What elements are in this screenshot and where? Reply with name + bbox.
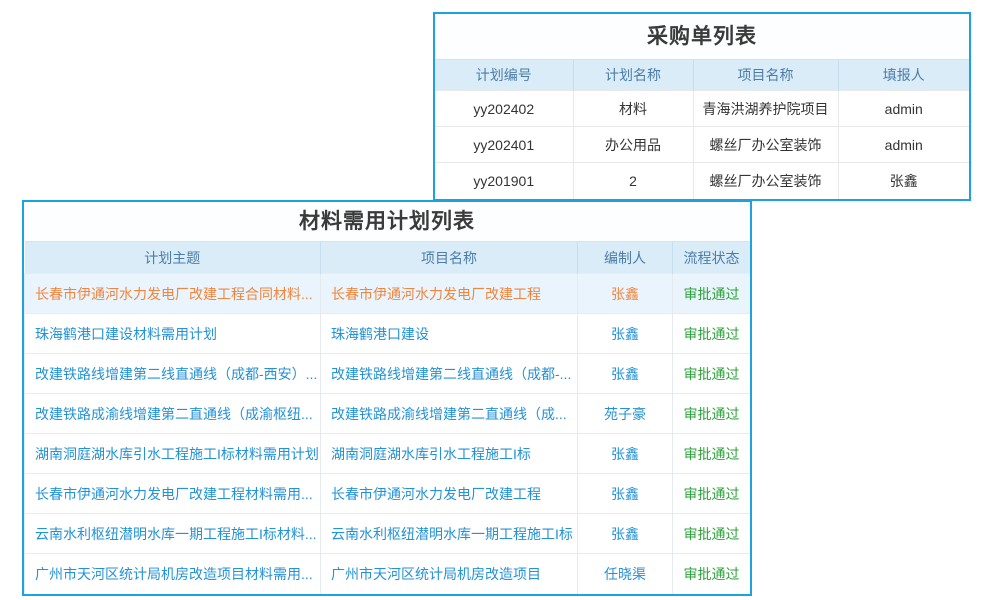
table-row[interactable]: 长春市伊通河水力发电厂改建工程合同材料... 长春市伊通河水力发电厂改建工程 张… xyxy=(25,274,751,314)
table-row[interactable]: yy201901 2 螺丝厂办公室装饰 张鑫 xyxy=(435,163,969,199)
project-name-link[interactable]: 珠海鹤港口建设 xyxy=(321,314,578,354)
compiler-cell: 张鑫 xyxy=(578,314,673,354)
column-header-plan-no: 计划编号 xyxy=(435,60,573,91)
plan-subject-link[interactable]: 广州市天河区统计局机房改造项目材料需用... xyxy=(25,554,321,594)
project-name-link[interactable]: 改建铁路成渝线增建第二直通线（成... xyxy=(321,394,578,434)
project-name-cell: 螺丝厂办公室装饰 xyxy=(693,163,838,199)
compiler-cell: 张鑫 xyxy=(578,274,673,314)
project-name-link[interactable]: 长春市伊通河水力发电厂改建工程 xyxy=(321,274,578,314)
column-header-reporter: 填报人 xyxy=(838,60,969,91)
compiler-cell: 张鑫 xyxy=(578,514,673,554)
column-header-project-name: 项目名称 xyxy=(321,242,578,274)
material-table: 计划主题 项目名称 编制人 流程状态 长春市伊通河水力发电厂改建工程合同材料..… xyxy=(24,241,750,594)
plan-subject-link[interactable]: 改建铁路成渝线增建第二直通线（成渝枢纽... xyxy=(25,394,321,434)
plan-subject-link[interactable]: 湖南洞庭湖水库引水工程施工I标材料需用计划 xyxy=(25,434,321,474)
status-badge: 审批通过 xyxy=(673,434,751,474)
project-name-link[interactable]: 湖南洞庭湖水库引水工程施工I标 xyxy=(321,434,578,474)
table-row[interactable]: 云南水利枢纽潜明水库一期工程施工I标材料... 云南水利枢纽潜明水库一期工程施工… xyxy=(25,514,751,554)
table-row[interactable]: 长春市伊通河水力发电厂改建工程材料需用... 长春市伊通河水力发电厂改建工程 张… xyxy=(25,474,751,514)
plan-subject-link[interactable]: 长春市伊通河水力发电厂改建工程材料需用... xyxy=(25,474,321,514)
table-row[interactable]: 广州市天河区统计局机房改造项目材料需用... 广州市天河区统计局机房改造项目 任… xyxy=(25,554,751,594)
compiler-cell: 任晓渠 xyxy=(578,554,673,594)
project-name-link[interactable]: 改建铁路线增建第二线直通线（成都-... xyxy=(321,354,578,394)
compiler-cell: 张鑫 xyxy=(578,434,673,474)
material-plan-list-panel: 材料需用计划列表 计划主题 项目名称 编制人 流程状态 长春市伊通河水力发电厂改… xyxy=(22,200,752,596)
plan-subject-link[interactable]: 改建铁路线增建第二线直通线（成都-西安）... xyxy=(25,354,321,394)
material-header-row: 计划主题 项目名称 编制人 流程状态 xyxy=(25,242,751,274)
column-header-plan-name: 计划名称 xyxy=(573,60,693,91)
status-badge: 审批通过 xyxy=(673,554,751,594)
purchase-header-row: 计划编号 计划名称 项目名称 填报人 xyxy=(435,60,969,91)
table-row[interactable]: 改建铁路成渝线增建第二直通线（成渝枢纽... 改建铁路成渝线增建第二直通线（成.… xyxy=(25,394,751,434)
table-row[interactable]: 珠海鹤港口建设材料需用计划 珠海鹤港口建设 张鑫 审批通过 xyxy=(25,314,751,354)
project-name-link[interactable]: 云南水利枢纽潜明水库一期工程施工I标 xyxy=(321,514,578,554)
compiler-cell: 苑子豪 xyxy=(578,394,673,434)
plan-subject-link[interactable]: 珠海鹤港口建设材料需用计划 xyxy=(25,314,321,354)
table-row[interactable]: 湖南洞庭湖水库引水工程施工I标材料需用计划 湖南洞庭湖水库引水工程施工I标 张鑫… xyxy=(25,434,751,474)
table-row[interactable]: 改建铁路线增建第二线直通线（成都-西安）... 改建铁路线增建第二线直通线（成都… xyxy=(25,354,751,394)
purchase-table: 计划编号 计划名称 项目名称 填报人 yy202402 材料 青海洪湖养护院项目… xyxy=(435,59,969,199)
column-header-plan-subject: 计划主题 xyxy=(25,242,321,274)
status-badge: 审批通过 xyxy=(673,394,751,434)
status-badge: 审批通过 xyxy=(673,354,751,394)
plan-name-cell: 材料 xyxy=(573,91,693,127)
compiler-cell: 张鑫 xyxy=(578,354,673,394)
status-badge: 审批通过 xyxy=(673,314,751,354)
project-name-cell: 青海洪湖养护院项目 xyxy=(693,91,838,127)
table-row[interactable]: yy202402 材料 青海洪湖养护院项目 admin xyxy=(435,91,969,127)
plan-name-cell: 办公用品 xyxy=(573,127,693,163)
plan-no-cell: yy202401 xyxy=(435,127,573,163)
table-row[interactable]: yy202401 办公用品 螺丝厂办公室装饰 admin xyxy=(435,127,969,163)
material-panel-title: 材料需用计划列表 xyxy=(24,202,750,241)
status-badge: 审批通过 xyxy=(673,474,751,514)
project-name-link[interactable]: 广州市天河区统计局机房改造项目 xyxy=(321,554,578,594)
status-badge: 审批通过 xyxy=(673,274,751,314)
status-badge: 审批通过 xyxy=(673,514,751,554)
project-name-cell: 螺丝厂办公室装饰 xyxy=(693,127,838,163)
plan-subject-link[interactable]: 长春市伊通河水力发电厂改建工程合同材料... xyxy=(25,274,321,314)
purchase-list-panel: 采购单列表 计划编号 计划名称 项目名称 填报人 yy202402 材料 青海洪… xyxy=(433,12,971,201)
project-name-link[interactable]: 长春市伊通河水力发电厂改建工程 xyxy=(321,474,578,514)
purchase-panel-title: 采购单列表 xyxy=(435,14,969,59)
compiler-cell: 张鑫 xyxy=(578,474,673,514)
column-header-flow-status: 流程状态 xyxy=(673,242,751,274)
reporter-cell: admin xyxy=(838,127,969,163)
reporter-cell: 张鑫 xyxy=(838,163,969,199)
plan-no-cell: yy202402 xyxy=(435,91,573,127)
reporter-cell: admin xyxy=(838,91,969,127)
plan-name-cell: 2 xyxy=(573,163,693,199)
column-header-project-name: 项目名称 xyxy=(693,60,838,91)
column-header-compiler: 编制人 xyxy=(578,242,673,274)
plan-no-cell: yy201901 xyxy=(435,163,573,199)
plan-subject-link[interactable]: 云南水利枢纽潜明水库一期工程施工I标材料... xyxy=(25,514,321,554)
